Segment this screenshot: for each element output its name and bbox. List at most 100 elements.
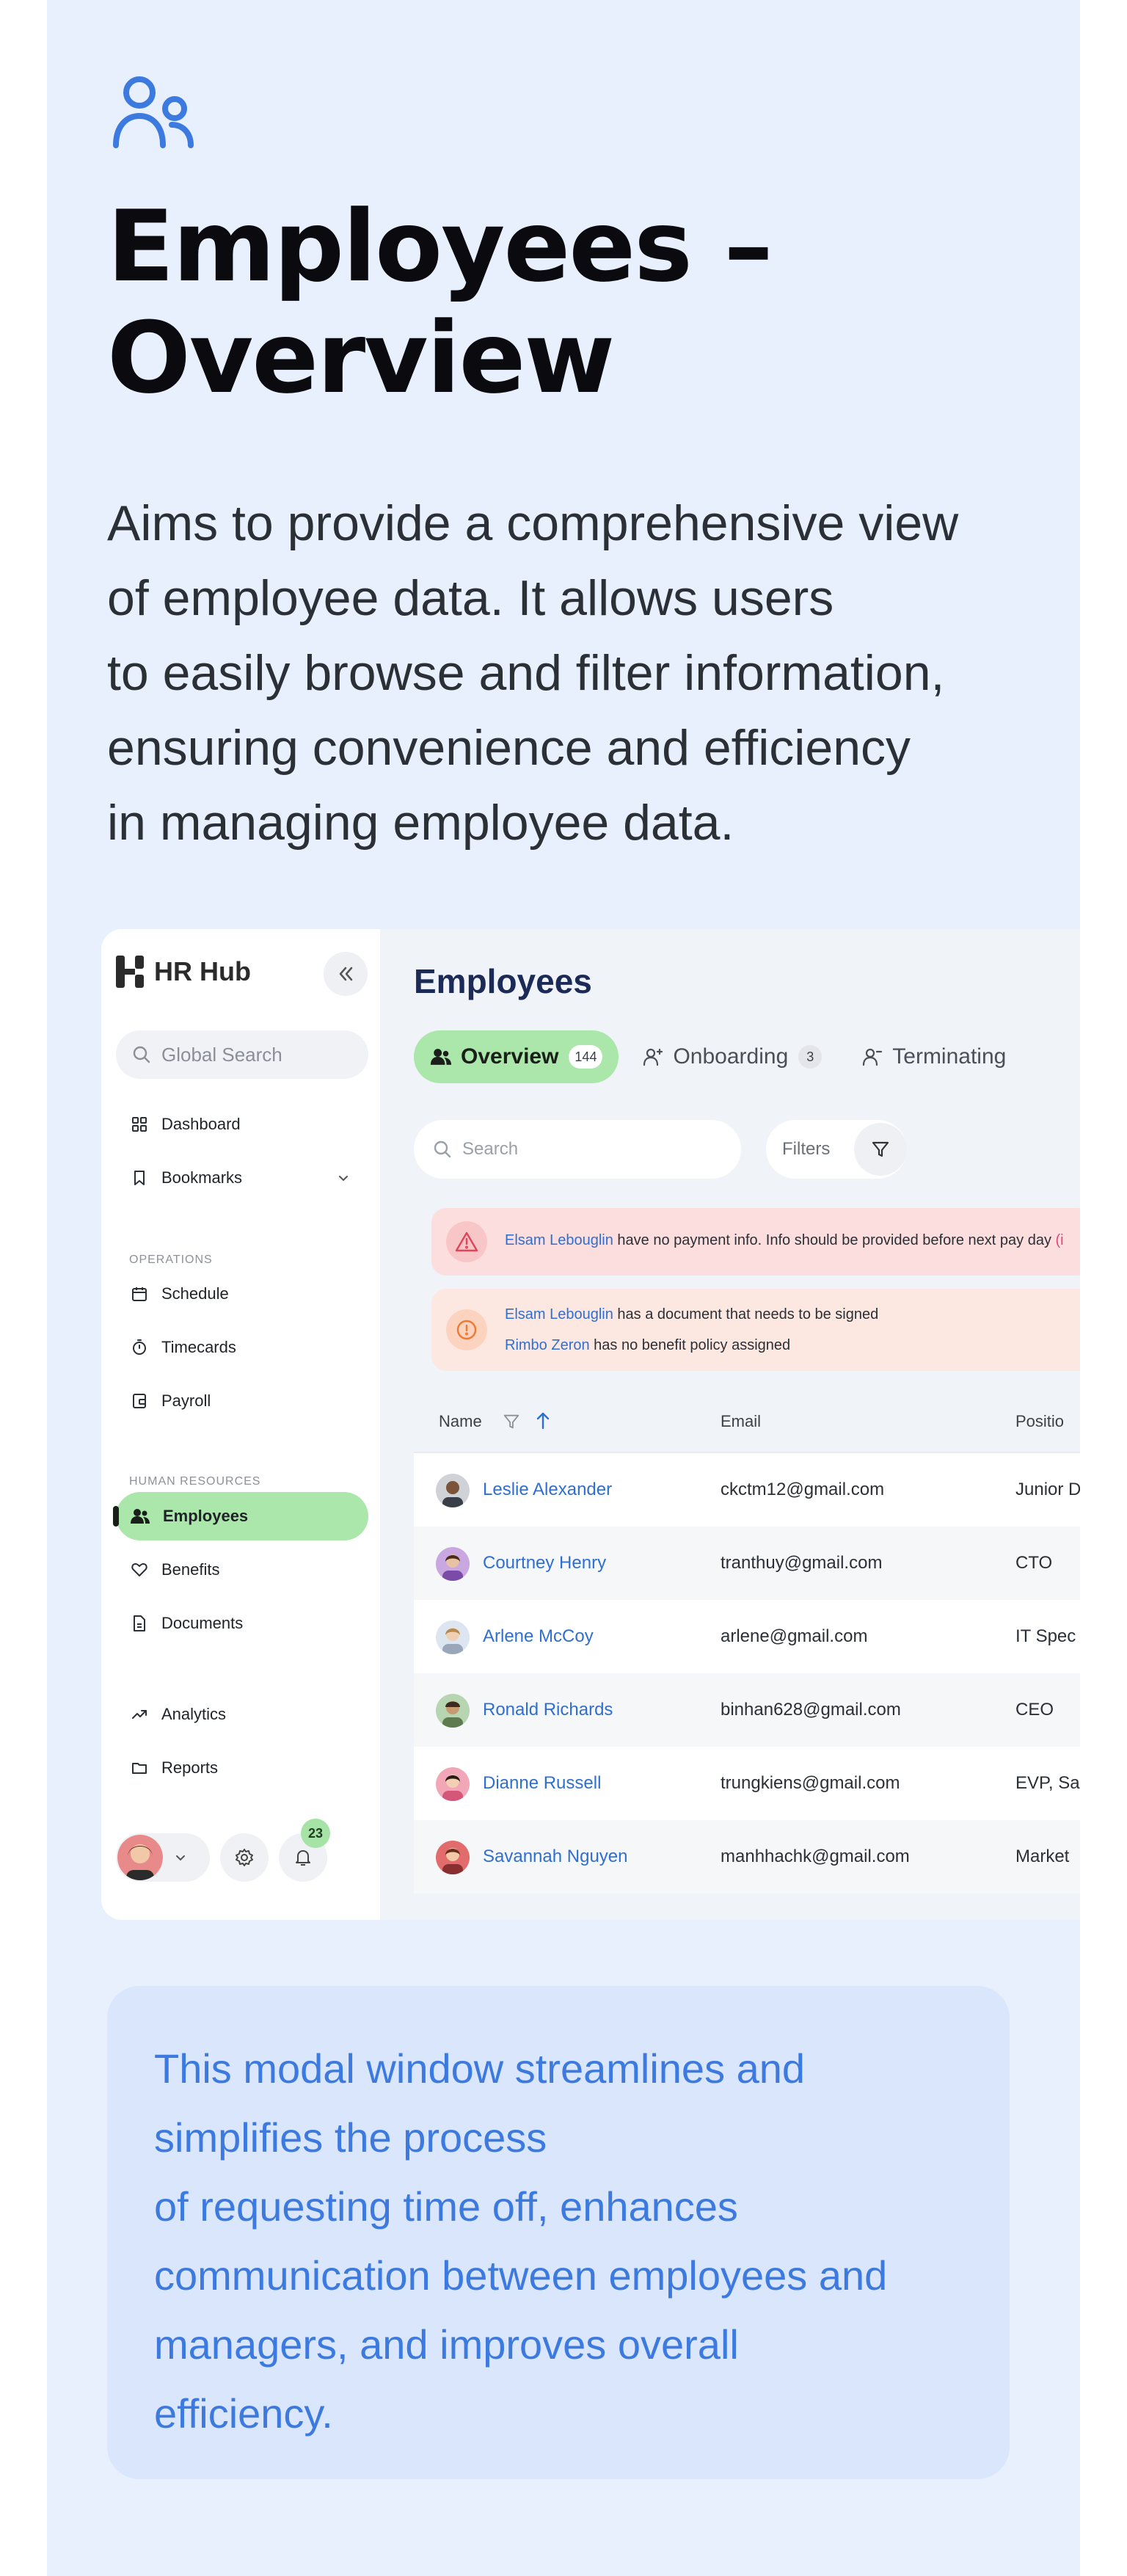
sidebar-item-dashboard[interactable]: Dashboard	[116, 1100, 368, 1149]
global-search-placeholder: Global Search	[161, 1043, 282, 1066]
column-header-position[interactable]: Positio	[1015, 1412, 1064, 1431]
brand[interactable]: HR Hub	[114, 954, 251, 989]
sidebar: HR Hub Global Search Dashboard Bookmarks…	[101, 929, 389, 1920]
search-icon	[434, 1140, 451, 1158]
callout-line: managers, and improves overall	[154, 2321, 739, 2368]
sidebar-item-label: Schedule	[161, 1284, 229, 1303]
bell-icon	[296, 1850, 310, 1866]
employee-position: Market	[1015, 1847, 1070, 1866]
callout-line: communication between employees and	[154, 2252, 888, 2299]
sidebar-item-bookmarks[interactable]: Bookmarks	[116, 1154, 368, 1202]
sidebar-item-label: Benefits	[161, 1560, 220, 1579]
filters-control[interactable]: Filters	[766, 1120, 907, 1179]
alert-message: have no payment info. Info should be pro…	[613, 1232, 1056, 1248]
hr-hub-logo-icon	[116, 956, 144, 988]
page-title: Employees – Overview	[107, 191, 1061, 414]
main-content: Employees Overview 144 Onboarding 3 Term…	[389, 929, 1080, 1920]
active-indicator	[113, 1506, 119, 1527]
tab-onboarding[interactable]: Onboarding 3	[626, 1030, 838, 1083]
sidebar-item-reports[interactable]: Reports	[116, 1744, 368, 1792]
employee-name-link[interactable]: Courtney Henry	[483, 1553, 606, 1573]
description-line: ensuring convenience and efficiency	[107, 720, 911, 776]
sidebar-item-timecards[interactable]: Timecards	[116, 1323, 368, 1372]
tab-count-badge: 144	[569, 1045, 603, 1069]
info-circle-icon	[446, 1309, 487, 1350]
employee-email: manhhachk@gmail.com	[721, 1847, 910, 1866]
column-header-name[interactable]: Name	[439, 1412, 482, 1431]
avatar	[436, 1547, 470, 1581]
sidebar-item-employees[interactable]: Employees	[116, 1492, 368, 1540]
sidebar-item-label: Analytics	[161, 1705, 227, 1723]
avatar	[436, 1620, 470, 1654]
table-row[interactable]: Savannah Nguyen manhhachk@gmail.com Mark…	[414, 1820, 1080, 1893]
callout-line: efficiency.	[154, 2390, 333, 2437]
alert-more-link[interactable]: (i	[1056, 1232, 1064, 1248]
title-line-2: Overview	[107, 301, 615, 415]
sidebar-item-analytics[interactable]: Analytics	[116, 1690, 368, 1739]
stopwatch-icon	[133, 1339, 146, 1355]
sidebar-footer: 23	[116, 1819, 330, 1882]
alert-employee-link[interactable]: Rimbo Zeron	[505, 1337, 590, 1353]
heart-icon	[131, 1563, 147, 1576]
sidebar-item-schedule[interactable]: Schedule	[116, 1270, 368, 1318]
filter-button[interactable]	[854, 1123, 907, 1176]
account-menu-button[interactable]	[116, 1833, 210, 1882]
global-search-input[interactable]: Global Search	[116, 1030, 368, 1079]
filter-icon[interactable]	[502, 1412, 521, 1431]
employee-name-link[interactable]: Arlene McCoy	[483, 1626, 594, 1647]
trend-up-icon	[132, 1710, 147, 1719]
app-preview: HR Hub Global Search Dashboard Bookmarks…	[101, 929, 1080, 1920]
tab-terminating[interactable]: Terminating	[845, 1030, 1022, 1083]
employee-name-link[interactable]: Dianne Russell	[483, 1773, 601, 1794]
column-header-email[interactable]: Email	[721, 1412, 761, 1431]
table-row[interactable]: Leslie Alexander ckctm12@gmail.com Junio…	[414, 1453, 1080, 1527]
avatar	[436, 1474, 470, 1507]
employee-name-link[interactable]: Ronald Richards	[483, 1700, 613, 1720]
double-chevron-left-icon	[339, 967, 353, 981]
filter-icon	[872, 1141, 889, 1157]
bookmark-icon	[134, 1171, 145, 1185]
sidebar-item-label: Dashboard	[161, 1115, 241, 1133]
sidebar-item-benefits[interactable]: Benefits	[116, 1546, 368, 1594]
gear-icon	[236, 1849, 253, 1866]
sidebar-item-label: Documents	[161, 1614, 244, 1632]
page-description: Aims to provide a comprehensive view of …	[107, 486, 1046, 860]
table-row[interactable]: Arlene McCoy arlene@gmail.com IT Spec	[414, 1600, 1080, 1673]
settings-button[interactable]	[220, 1833, 269, 1882]
sort-ascending-icon[interactable]	[534, 1411, 552, 1431]
employee-email: ckctm12@gmail.com	[721, 1480, 885, 1499]
table-row[interactable]: Courtney Henry tranthuy@gmail.com CTO	[414, 1527, 1080, 1600]
users-icon	[430, 1049, 452, 1065]
employee-email: trungkiens@gmail.com	[721, 1773, 900, 1793]
callout-line: of requesting time off, enhances	[154, 2183, 738, 2230]
tab-overview[interactable]: Overview 144	[414, 1030, 619, 1083]
sidebar-item-label: Payroll	[161, 1391, 211, 1410]
employee-name-link[interactable]: Savannah Nguyen	[483, 1847, 627, 1867]
title-line-1: Employees –	[107, 189, 773, 304]
table-row[interactable]: Dianne Russell trungkiens@gmail.com EVP,…	[414, 1747, 1080, 1820]
sidebar-item-label: Bookmarks	[161, 1168, 243, 1187]
notifications-button[interactable]: 23	[279, 1819, 330, 1882]
employee-position: IT Spec	[1015, 1626, 1076, 1646]
collapse-sidebar-button[interactable]	[324, 952, 368, 996]
warning-triangle-icon	[446, 1221, 487, 1262]
filters-label: Filters	[782, 1139, 831, 1159]
user-plus-icon	[643, 1048, 663, 1066]
user-minus-icon	[863, 1048, 883, 1066]
employee-search-input[interactable]: Search	[414, 1120, 741, 1179]
sidebar-item-label: Timecards	[161, 1338, 236, 1356]
callout-line: This modal window streamlines and	[154, 2045, 806, 2092]
sidebar-item-payroll[interactable]: Payroll	[116, 1377, 368, 1425]
avatar	[436, 1767, 470, 1801]
employee-name-link[interactable]: Leslie Alexander	[483, 1480, 612, 1500]
sidebar-item-documents[interactable]: Documents	[116, 1599, 368, 1648]
employees-table: Name Email Positio Leslie Alexander ckct…	[414, 1391, 1080, 1893]
sidebar-item-label: Employees	[163, 1507, 249, 1525]
brand-name: HR Hub	[154, 956, 251, 986]
tab-label: Terminating	[892, 1044, 1007, 1069]
wallet-icon	[133, 1394, 146, 1408]
table-row[interactable]: Ronald Richards binhan628@gmail.com CEO	[414, 1673, 1080, 1747]
description-line: of employee data. It allows users	[107, 570, 834, 626]
alert-employee-link[interactable]: Elsam Lebouglin	[505, 1306, 613, 1322]
alert-employee-link[interactable]: Elsam Lebouglin	[505, 1232, 613, 1248]
